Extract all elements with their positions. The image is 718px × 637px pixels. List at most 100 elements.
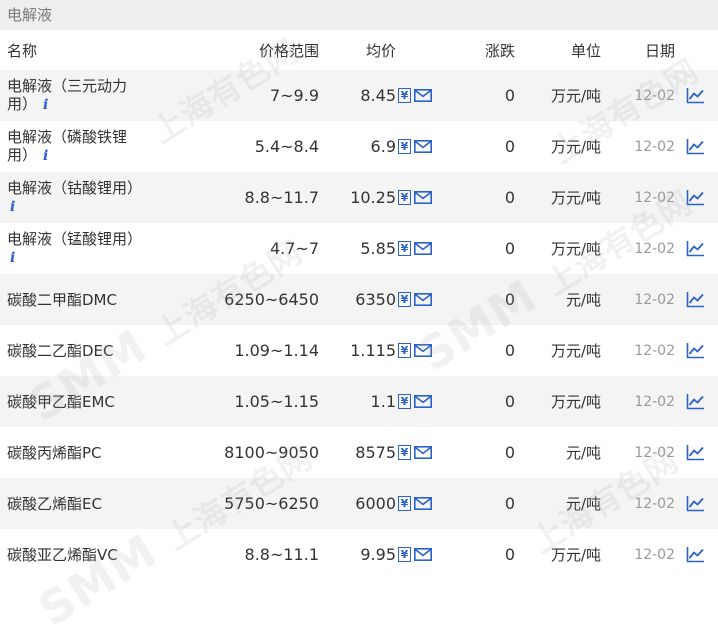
table-row[interactable]: 电解液（钴酸锂用） i 8.8~11.7 10.25 ¥ 0 万元/吨 12-02 (0, 172, 718, 223)
price-change: 0 (504, 494, 515, 513)
trend-chart-icon[interactable] (686, 138, 705, 155)
yen-icon[interactable]: ¥ (398, 496, 411, 511)
price-change: 0 (504, 443, 515, 462)
yen-icon[interactable]: ¥ (398, 445, 411, 460)
yen-icon[interactable]: ¥ (398, 241, 411, 256)
price-range: 5.4~8.4 (254, 137, 319, 156)
price-change: 0 (504, 392, 515, 411)
yen-icon[interactable]: ¥ (398, 547, 411, 562)
trend-chart-icon[interactable] (686, 444, 705, 461)
trend-chart-icon[interactable] (686, 393, 705, 410)
table-row[interactable]: 碳酸丙烯酯PC 8100~9050 8575 ¥ 0 元/吨 12-02 (0, 427, 718, 478)
unit: 万元/吨 (550, 189, 601, 207)
name-cell: 电解液（锰酸锂用） i (7, 223, 147, 274)
product-name-part: 电解液（三元动力 (7, 77, 128, 95)
trend-chart-icon[interactable] (686, 87, 705, 104)
yen-icon[interactable]: ¥ (398, 190, 411, 205)
info-icon[interactable]: i (10, 198, 15, 216)
name-cell: 电解液（三元动力 用） i (7, 70, 147, 121)
table-row[interactable]: 电解液（磷酸铁锂 用） i 5.4~8.4 6.9 ¥ 0 万元/吨 12-02 (0, 121, 718, 172)
date: 12-02 (634, 342, 675, 359)
average-price: 1.115 (350, 341, 396, 360)
product-name-part: 电解液（磷酸铁锂 (7, 128, 128, 146)
table-row[interactable]: 碳酸二甲酯DMC 6250~6450 6350 ¥ 0 元/吨 12-02 (0, 274, 718, 325)
average-price: 9.95 (360, 545, 396, 564)
trend-chart-icon[interactable] (686, 495, 705, 512)
mail-icon[interactable] (414, 242, 432, 255)
info-icon[interactable]: i (10, 249, 15, 267)
info-icon[interactable]: i (43, 147, 48, 165)
trend-chart-icon[interactable] (686, 240, 705, 257)
product-name: 碳酸甲乙酯EMC (7, 392, 115, 411)
date: 12-02 (634, 495, 675, 512)
trend-chart-icon[interactable] (686, 342, 705, 359)
name-cell: 碳酸亚乙烯酯VC (7, 529, 147, 580)
info-icon[interactable]: i (43, 96, 48, 114)
date: 12-02 (634, 87, 675, 104)
header-name: 名称 (7, 41, 38, 60)
action-icons: ¥ (397, 70, 437, 121)
mail-icon[interactable] (414, 497, 432, 510)
table-row[interactable]: 碳酸二乙酯DEC 1.09~1.14 1.115 ¥ 0 万元/吨 12-02 (0, 325, 718, 376)
mail-icon[interactable] (414, 293, 432, 306)
trend-chart-icon[interactable] (686, 546, 705, 563)
name-cell: 碳酸二乙酯DEC (7, 325, 147, 376)
price-range: 1.05~1.15 (234, 392, 319, 411)
mail-icon[interactable] (414, 344, 432, 357)
action-icons: ¥ (397, 376, 437, 427)
action-icons: ¥ (397, 223, 437, 274)
mail-icon[interactable] (414, 140, 432, 153)
average-price: 6350 (355, 290, 396, 309)
trend-chart-icon[interactable] (686, 291, 705, 308)
unit: 元/吨 (565, 444, 601, 462)
yen-icon[interactable]: ¥ (398, 343, 411, 358)
header-change: 涨跌 (484, 41, 515, 60)
product-name: 电解液（钴酸锂用） (7, 179, 143, 197)
unit: 元/吨 (565, 495, 601, 513)
action-icons: ¥ (397, 427, 437, 478)
yen-icon[interactable]: ¥ (398, 394, 411, 409)
table-header: 名称 价格范围 均价 涨跌 单位 日期 (0, 30, 718, 70)
trend-cell (684, 376, 706, 427)
action-icons: ¥ (397, 529, 437, 580)
trend-cell (684, 478, 706, 529)
mail-icon[interactable] (414, 89, 432, 102)
yen-icon[interactable]: ¥ (398, 88, 411, 103)
header-unit: 单位 (570, 41, 601, 60)
average-price: 6.9 (370, 137, 396, 156)
yen-icon[interactable]: ¥ (398, 139, 411, 154)
mail-icon[interactable] (414, 548, 432, 561)
unit: 万元/吨 (550, 87, 601, 105)
mail-icon[interactable] (414, 446, 432, 459)
unit: 万元/吨 (550, 138, 601, 156)
trend-cell (684, 427, 706, 478)
average-price: 8.45 (360, 86, 396, 105)
product-name: 碳酸亚乙烯酯VC (7, 545, 118, 564)
unit: 元/吨 (565, 291, 601, 309)
table-row[interactable]: 碳酸乙烯酯EC 5750~6250 6000 ¥ 0 元/吨 12-02 (0, 478, 718, 529)
table-row[interactable]: 碳酸甲乙酯EMC 1.05~1.15 1.1 ¥ 0 万元/吨 12-02 (0, 376, 718, 427)
mail-icon[interactable] (414, 395, 432, 408)
date: 12-02 (634, 546, 675, 563)
price-range: 7~9.9 (269, 86, 319, 105)
date: 12-02 (634, 444, 675, 461)
table-row[interactable]: 电解液（锰酸锂用） i 4.7~7 5.85 ¥ 0 万元/吨 12-02 (0, 223, 718, 274)
average-price: 10.25 (350, 188, 396, 207)
mail-icon[interactable] (414, 191, 432, 204)
trend-chart-icon[interactable] (686, 189, 705, 206)
trend-cell (684, 325, 706, 376)
action-icons: ¥ (397, 121, 437, 172)
yen-icon[interactable]: ¥ (398, 292, 411, 307)
average-price: 5.85 (360, 239, 396, 258)
date: 12-02 (634, 138, 675, 155)
table-row[interactable]: 碳酸亚乙烯酯VC 8.8~11.1 9.95 ¥ 0 万元/吨 12-02 (0, 529, 718, 580)
name-cell: 电解液（钴酸锂用） i (7, 172, 147, 223)
product-name: 碳酸二乙酯DEC (7, 341, 114, 360)
price-change: 0 (504, 239, 515, 258)
price-range: 5750~6250 (224, 494, 319, 513)
unit: 万元/吨 (550, 546, 601, 564)
table-row[interactable]: 电解液（三元动力 用） i 7~9.9 8.45 ¥ 0 万元/吨 12-02 (0, 70, 718, 121)
unit: 万元/吨 (550, 342, 601, 360)
action-icons: ¥ (397, 172, 437, 223)
price-change: 0 (504, 545, 515, 564)
